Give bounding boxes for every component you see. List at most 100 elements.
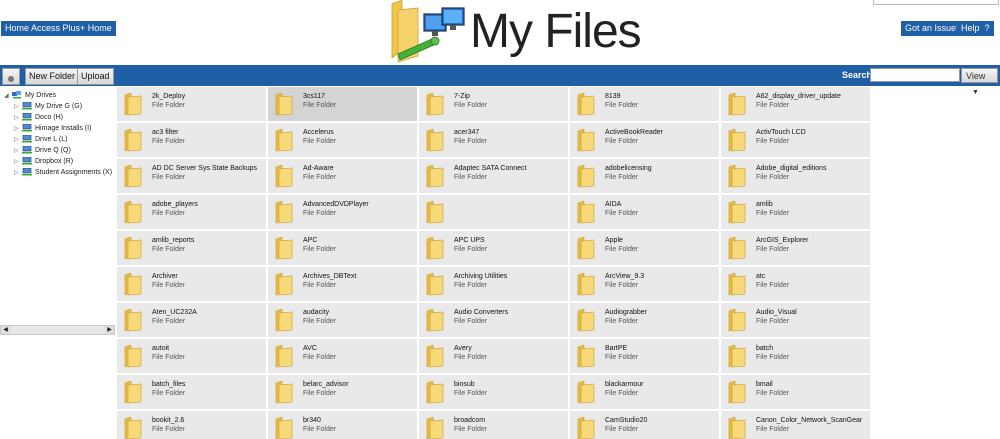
file-name: Archiving Utilities [454,273,508,280]
file-type: File Folder [152,282,186,289]
home-button[interactable]: Home Access Plus+ Home [1,21,116,36]
file-item[interactable]: adobelicensing File Folder [570,159,719,193]
file-item[interactable]: br340 File Folder [268,411,417,439]
file-item[interactable]: blackarmour File Folder [570,375,719,409]
file-item[interactable]: Aten_UC232A File Folder [117,303,266,337]
collapse-tree-button[interactable] [2,68,20,85]
help-button[interactable]: Help ? [957,21,994,36]
file-item[interactable]: Adaptec SATA Connect File Folder [419,159,568,193]
file-name: ActiveBookReader [605,129,663,136]
got-an-issue-button[interactable]: Got an Issue? [901,21,966,36]
file-item[interactable]: 2k_Deploy File Folder [117,87,266,121]
file-item[interactable]: APC UPS File Folder [419,231,568,265]
file-item[interactable]: Archiving Utilities File Folder [419,267,568,301]
file-type: File Folder [303,282,337,289]
file-item[interactable]: AVC File Folder [268,339,417,373]
file-type: File Folder [303,102,337,109]
new-folder-button[interactable]: New Folder [25,68,80,85]
tree-drive-item[interactable]: ▷ Doco (H) [14,112,63,123]
tree-drive-item[interactable]: ▷ Himage Installs (I) [14,123,91,134]
file-item[interactable]: binsub File Folder [419,375,568,409]
folder-icon [577,93,595,116]
file-item[interactable]: belarc_advisor File Folder [268,375,417,409]
file-item[interactable]: BartPE File Folder [570,339,719,373]
file-name: AdvancedDVDPlayer [303,201,369,208]
folder-icon [275,165,293,188]
file-item[interactable]: acer347 File Folder [419,123,568,157]
tree-horizontal-scrollbar[interactable]: ◀ ▶ [0,325,115,335]
tree-drive-item[interactable]: ▷ My Drive G (G) [14,101,82,112]
file-item[interactable]: ArcView_9.3 File Folder [570,267,719,301]
expanded-arrow-icon[interactable]: ◢ [4,91,12,102]
file-item[interactable]: AdvancedDVDPlayer File Folder [268,195,417,229]
scroll-left-arrow-icon[interactable]: ◀ [1,326,10,334]
file-item[interactable]: Canon_Color_Network_ScanGear File Folder [721,411,870,439]
file-name: Audio Converters [454,309,509,316]
file-type: File Folder [605,210,639,217]
file-item[interactable]: ActivTouch LCD File Folder [721,123,870,157]
folder-icon [728,201,746,224]
file-item[interactable]: broadcom File Folder [419,411,568,439]
file-item[interactable]: Archiver File Folder [117,267,266,301]
file-item[interactable]: CamStudio20 File Folder [570,411,719,439]
file-item[interactable]: AIDA File Folder [570,195,719,229]
file-item[interactable]: batch_files File Folder [117,375,266,409]
file-item[interactable]: amlib_reports File Folder [117,231,266,265]
file-item[interactable]: 8139 File Folder [570,87,719,121]
file-item[interactable]: Avery File Folder [419,339,568,373]
file-name: Archiver [152,273,178,280]
tree-root[interactable]: ◢ My Drives [4,90,56,101]
file-item[interactable]: Apple File Folder [570,231,719,265]
tree-drive-label: My Drive G (G) [35,103,83,110]
file-name: Audio_Visual [756,309,797,316]
file-name: Canon_Color_Network_ScanGear [756,417,863,424]
file-item[interactable]: amlib File Folder [721,195,870,229]
tree-drive-item[interactable]: ▷ Dropbox (R) [14,156,73,167]
file-name: Ad-Aware [303,165,334,172]
file-name: Audiograbber [605,309,648,316]
file-item[interactable]: audacity File Folder [268,303,417,337]
file-item[interactable]: Ad-Aware File Folder [268,159,417,193]
collapsed-arrow-icon[interactable]: ▷ [14,168,22,179]
folder-icon [577,273,595,296]
file-item[interactable]: Accelerus File Folder [268,123,417,157]
file-name: ac3 filter [152,129,179,136]
file-item[interactable]: A62_display_driver_update File Folder [721,87,870,121]
folder-icon [426,237,444,260]
file-item[interactable]: Audio_Visual File Folder [721,303,870,337]
file-item[interactable]: Archives_DBText File Folder [268,267,417,301]
file-item[interactable]: 3cs117 File Folder [268,87,417,121]
file-item[interactable]: AD DC Server Sys State Backups File Folde… [117,159,266,193]
file-item[interactable]: Audiograbber File Folder [570,303,719,337]
file-grid: 2k_Deploy File Folder 3cs117 File Folder 7-Z… [117,87,872,439]
tree-drive-item[interactable]: ▷ Drive Q (Q) [14,145,71,156]
file-name: broadcom [454,417,486,424]
file-type: File Folder [303,354,337,361]
tree-drive-label: Drive L (L) [35,136,68,143]
file-item[interactable]: ActiveBookReader File Folder [570,123,719,157]
file-type: File Folder [454,282,488,289]
search-input[interactable] [870,68,960,82]
scroll-right-arrow-icon[interactable]: ▶ [105,326,114,334]
folder-icon [426,129,444,152]
file-item[interactable]: APC File Folder [268,231,417,265]
file-item[interactable]: batch File Folder [721,339,870,373]
file-item[interactable]: 7-Zip File Folder [419,87,568,121]
tree-drive-item[interactable]: ▷ Drive L (L) [14,134,67,145]
file-item[interactable]: Audio Converters File Folder [419,303,568,337]
file-item[interactable]: atc File Folder [721,267,870,301]
file-item[interactable]: bookit_2.6 File Folder [117,411,266,439]
view-button[interactable]: View ▼ [961,68,998,96]
file-type: File Folder [454,426,488,433]
folder-icon [728,93,746,116]
file-item[interactable] [419,195,568,229]
file-item[interactable]: bmail File Folder [721,375,870,409]
file-item[interactable]: ArcGIS_Explorer File Folder [721,231,870,265]
file-item[interactable]: ac3 filter File Folder [117,123,266,157]
file-item[interactable]: autoit File Folder [117,339,266,373]
tree-drive-item[interactable]: ▷ Student Assignments (X) [14,167,112,178]
file-item[interactable]: Adobe_digital_editions File Folder [721,159,870,193]
file-item[interactable]: adobe_players File Folder [117,195,266,229]
upload-button[interactable]: Upload [77,68,114,85]
file-name: br340 [303,417,321,424]
